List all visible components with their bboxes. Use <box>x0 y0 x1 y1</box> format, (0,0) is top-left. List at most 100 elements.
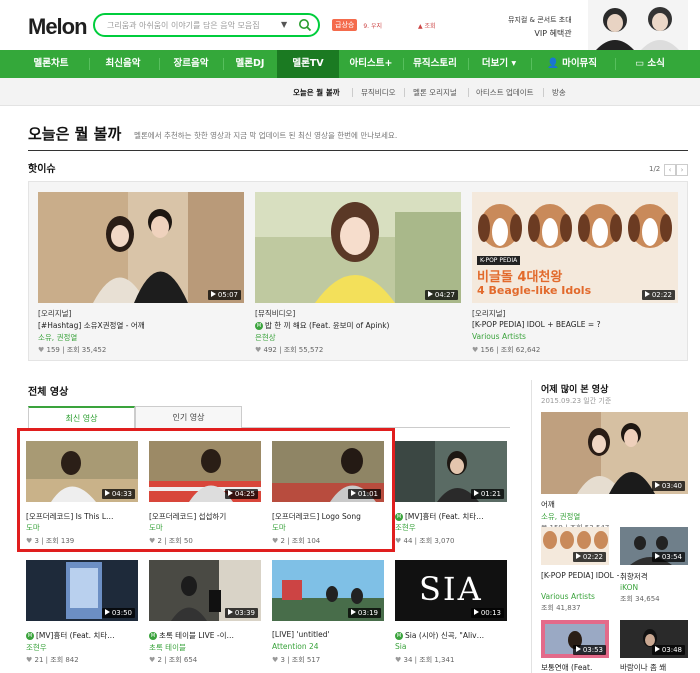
video-thumb-r2-3[interactable]: 03:19 <box>272 560 384 621</box>
heart-icon[interactable]: ♥ <box>38 346 44 354</box>
video-artist-r2-4[interactable]: Sia <box>395 642 406 651</box>
sidebar-artist-1[interactable]: Various Artists <box>541 592 595 601</box>
duration-badge: 03:40 <box>651 481 685 491</box>
sidebar-stats-1: 조회 41,837 <box>541 604 581 612</box>
duration-badge: 03:50 <box>101 608 135 618</box>
duration-badge: 04:27 <box>424 290 458 300</box>
duration-badge: 02:22 <box>572 552 606 562</box>
duration-badge: 03:48 <box>651 645 685 655</box>
tab-popular[interactable]: 인기 영상 <box>135 406 242 428</box>
sia-logo-text: SIA <box>419 570 483 608</box>
sidebar-stats-2: 조회 34,654 <box>620 595 660 603</box>
nav-melon-tv[interactable]: 멜론TV <box>277 50 339 78</box>
page-description: 멜론에서 추천하는 핫한 영상과 지금 막 업데이트 된 최신 영상을 한번에 … <box>134 131 398 140</box>
sidebar-thumb-3[interactable]: 03:53 <box>541 620 609 658</box>
nav-new-music[interactable]: 최신음악 <box>94 50 152 78</box>
video-thumb-r2-4[interactable]: SIA 00:13 <box>395 560 507 621</box>
hot-title-2[interactable]: M밥 한 끼 해요 (Feat. 윤보미 of Apink) <box>255 320 461 331</box>
title-divider <box>28 150 688 151</box>
hot-artist-1[interactable]: 소유, 권정열 <box>38 332 77 343</box>
nav-melon-chart[interactable]: 멜론차트 <box>22 50 80 78</box>
subnav-music-video[interactable]: 뮤직비디오 <box>361 87 396 98</box>
video-thumb-r2-1[interactable]: 03:50 <box>26 560 138 621</box>
video-title-r1-4[interactable]: M [MV]흉터 (Feat. 치타… <box>395 511 508 522</box>
search-icon[interactable] <box>298 18 312 32</box>
realtime-rank[interactable]: 급상승 9. 우지 ▲ 조회 <box>332 19 436 31</box>
sidebar-main-thumb[interactable]: 03:40 <box>541 412 688 494</box>
sidebar-thumb-4[interactable]: 03:48 <box>620 620 688 658</box>
video-thumb-r2-2[interactable]: 03:39 <box>149 560 261 621</box>
nav-news[interactable]: ▭ 소식 <box>625 50 675 78</box>
nav-more[interactable]: 더보기 ▾ <box>470 50 528 78</box>
video-artist-r2-1[interactable]: 조현우 <box>26 642 47 653</box>
video-title-r2-1[interactable]: M [MV]흉터 (Feat. 치타… <box>26 630 139 641</box>
subnav-today[interactable]: 오늘은 뭘 볼까 <box>293 87 340 98</box>
heart-icon[interactable]: ♥ <box>149 656 155 664</box>
sidebar-main-artist[interactable]: 소유, 권정열 <box>541 511 580 522</box>
hot-pager: 1/2 <box>649 165 661 173</box>
melon-logo[interactable]: Melon <box>28 14 88 40</box>
nav-melon-dj[interactable]: 멜론DJ <box>224 50 276 78</box>
heart-icon[interactable]: ♥ <box>26 656 32 664</box>
nav-my-music[interactable]: 👤 마이뮤직 <box>538 50 606 78</box>
sidebar-title-3[interactable]: 보통연애 (Feat. <box>541 662 619 673</box>
sidebar-artist-2[interactable]: iKON <box>620 583 638 592</box>
video-stats-r1-4: ♥ 44 | 조회 3,070 <box>395 537 455 545</box>
hot-artist-2[interactable]: 은현상 <box>255 332 276 343</box>
kpop-pedia-tag: K-POP PEDIA <box>477 256 521 265</box>
banner-artist-image[interactable] <box>588 0 688 50</box>
video-thumb-r1-4[interactable]: 01:21 <box>395 441 507 502</box>
sidebar-thumb-1[interactable]: 02:22 <box>541 527 609 565</box>
sidebar-date: 2015.09.23 일간 기준 <box>541 397 612 405</box>
thumb-subheadline: 4 Beagle-like Idols <box>477 284 592 297</box>
sidebar-title-1[interactable]: [K-POP PEDIA] IDOL + BEA… <box>541 571 619 580</box>
heart-icon[interactable]: ♥ <box>395 537 401 545</box>
duration-badge: 03:53 <box>572 645 606 655</box>
video-tabs: 최신 영상 인기 영상 <box>28 406 510 429</box>
video-artist-r2-3[interactable]: Attention 24 <box>272 642 319 651</box>
sidebar-main-title[interactable]: 어깨 <box>541 499 688 510</box>
nav-music-story[interactable]: 뮤직스토리 <box>404 50 466 78</box>
sidebar-title-4[interactable]: 바람이나 좀 쐐 <box>620 662 688 673</box>
duration-badge: 03:39 <box>224 608 258 618</box>
heart-icon[interactable]: ♥ <box>255 346 261 354</box>
subnav-melon-original[interactable]: 멜론 오리지널 <box>413 87 457 98</box>
nav-genre-music[interactable]: 장르음악 <box>162 50 220 78</box>
hot-artist-3[interactable]: Various Artists <box>472 332 526 341</box>
duration-badge: 03:19 <box>347 608 381 618</box>
hot-title-1[interactable]: [#Hashtag] 소유X권정열 - 어깨 <box>38 320 244 331</box>
hot-thumb-1[interactable]: 05:07 <box>38 192 244 303</box>
rank-tag: 급상승 <box>332 19 358 31</box>
search-dropdown-icon[interactable]: ▼ <box>281 20 287 29</box>
heart-icon[interactable]: ♥ <box>272 656 278 664</box>
sidebar-title-2[interactable]: 취향저격 <box>620 571 688 582</box>
video-artist-r1-4[interactable]: 조현우 <box>395 522 416 533</box>
hot-prev-button[interactable]: ‹ <box>664 164 676 176</box>
duration-badge: 03:54 <box>651 552 685 562</box>
sidebar-thumb-2[interactable]: 03:54 <box>620 527 688 565</box>
hot-title-3[interactable]: [K-POP PEDIA] IDOL + BEAGLE = ? <box>472 320 678 329</box>
mv-icon: M <box>255 322 263 330</box>
search-input[interactable]: 그리움과 아쉬움이 이야기를 담은 음악 모음집 <box>107 20 260 31</box>
duration-badge: 01:21 <box>470 489 504 499</box>
video-title-r2-3[interactable]: [LIVE] 'untitled' <box>272 630 385 639</box>
duration-badge: 05:07 <box>207 290 241 300</box>
mv-icon: M <box>395 632 403 640</box>
video-artist-r2-2[interactable]: 초록 테이블 <box>149 642 186 653</box>
tab-latest[interactable]: 최신 영상 <box>28 406 135 429</box>
subnav-artist-update[interactable]: 아티스트 업데이트 <box>476 87 534 98</box>
video-title-r2-2[interactable]: M 초록 테이블 LIVE -이… <box>149 630 262 641</box>
hot-issue-title: 핫이슈 <box>28 164 56 175</box>
chat-icon: ▭ <box>635 58 648 69</box>
vip-banner[interactable]: 뮤지컬 & 콘서트 초대 VIP 혜택관 <box>508 14 572 40</box>
video-title-r2-4[interactable]: M Sia (시아) 신곡, "Aliv… <box>395 630 508 641</box>
hot-thumb-3[interactable]: K-POP PEDIA 비글돌 4대천왕 4 Beagle-like Idols… <box>472 192 678 303</box>
hot-thumb-2[interactable]: 04:27 <box>255 192 461 303</box>
nav-artist-plus[interactable]: 아티스트+ <box>341 50 401 78</box>
subnav-broadcast[interactable]: 방송 <box>552 87 566 98</box>
hot-next-button[interactable]: › <box>676 164 688 176</box>
rank-item[interactable]: 9. 우지 <box>363 21 382 30</box>
heart-icon[interactable]: ♥ <box>395 656 401 664</box>
search-box[interactable]: 그리움과 아쉬움이 이야기를 담은 음악 모음집 ▼ <box>93 13 320 37</box>
heart-icon[interactable]: ♥ <box>472 346 478 354</box>
